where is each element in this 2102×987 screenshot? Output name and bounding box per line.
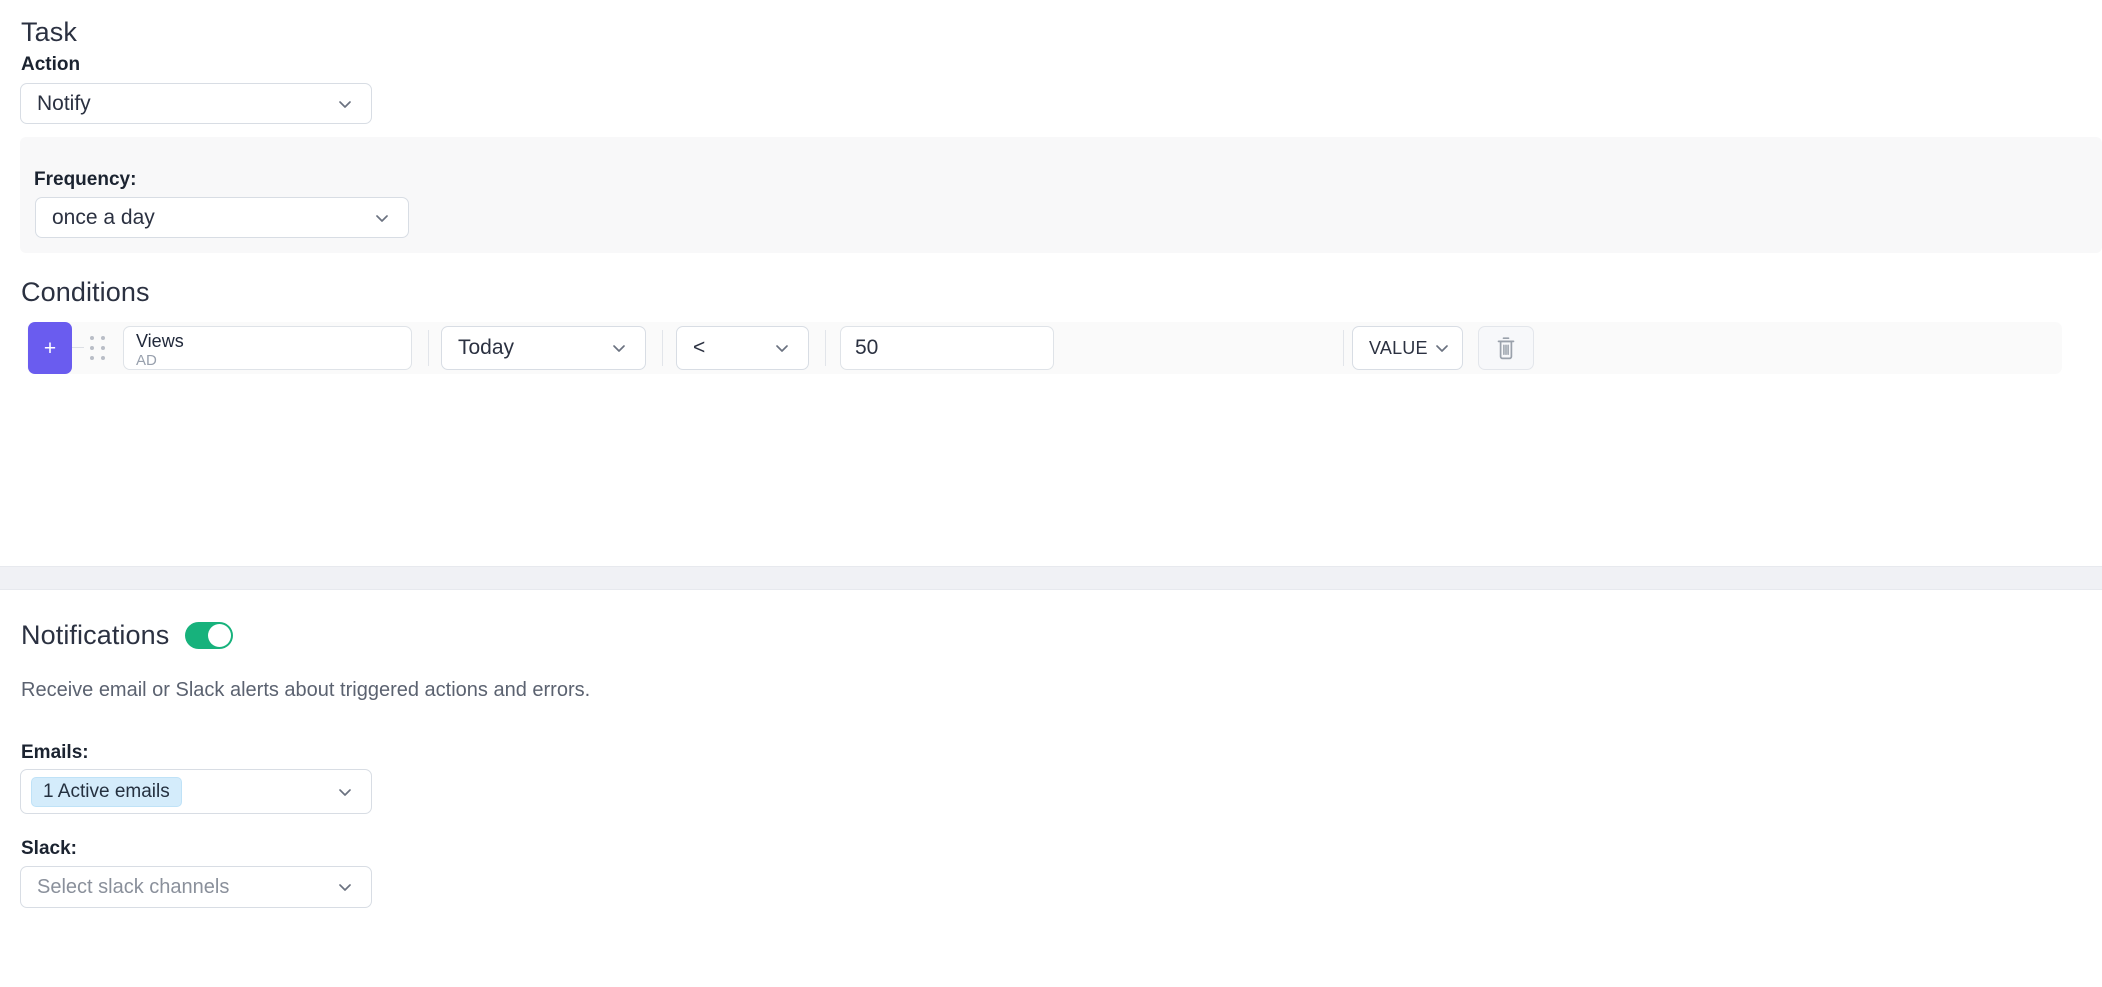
- emails-label: Emails:: [21, 742, 89, 763]
- notifications-description: Receive email or Slack alerts about trig…: [21, 679, 591, 701]
- row-divider: [1343, 330, 1344, 366]
- chevron-down-icon: [335, 877, 355, 897]
- chevron-down-icon: [335, 782, 355, 802]
- action-label: Action: [21, 54, 81, 75]
- action-select-value: Notify: [37, 91, 91, 115]
- drag-dot: [101, 345, 105, 350]
- frequency-panel: Frequency: once a day: [20, 137, 2102, 253]
- plus-icon: +: [43, 336, 57, 360]
- slack-channels-placeholder: Select slack channels: [37, 875, 230, 898]
- operator-select[interactable]: <: [676, 326, 809, 370]
- value-type-value: VALUE: [1369, 337, 1428, 358]
- condition-connector: [70, 347, 84, 348]
- task-section-title: Task: [21, 17, 77, 47]
- value-type-select[interactable]: VALUE: [1352, 326, 1463, 370]
- drag-handle-icon[interactable]: [88, 332, 108, 364]
- chevron-down-icon: [609, 338, 629, 358]
- metric-name: Views: [136, 331, 184, 351]
- notifications-header: Notifications: [21, 620, 234, 650]
- task-editor-page: Task Action Notify Frequency: once a day…: [0, 0, 2102, 987]
- add-condition-button[interactable]: +: [28, 322, 72, 374]
- action-select[interactable]: Notify: [20, 83, 372, 124]
- frequency-select-value: once a day: [52, 205, 155, 229]
- date-range-select[interactable]: Today: [441, 326, 646, 370]
- drag-dot: [90, 355, 94, 360]
- slack-label: Slack:: [21, 838, 77, 859]
- drag-dot: [90, 345, 94, 350]
- conditions-section-title: Conditions: [21, 277, 150, 307]
- operator-value: <: [693, 336, 706, 359]
- chevron-down-icon: [372, 208, 392, 228]
- row-divider: [825, 330, 826, 366]
- active-emails-chip[interactable]: 1 Active emails: [31, 776, 182, 807]
- date-range-value: Today: [458, 336, 515, 359]
- chevron-down-icon: [335, 94, 355, 114]
- delete-condition-button[interactable]: [1478, 326, 1534, 370]
- chevron-down-icon: [1432, 338, 1452, 358]
- metric-field[interactable]: Views AD: [123, 326, 412, 370]
- chevron-down-icon: [772, 338, 792, 358]
- metric-source: AD: [136, 352, 157, 369]
- emails-select[interactable]: 1 Active emails: [20, 769, 372, 814]
- notifications-section-title: Notifications: [21, 620, 170, 650]
- threshold-input[interactable]: [840, 326, 1054, 370]
- drag-dot: [101, 355, 105, 360]
- notifications-toggle[interactable]: [185, 622, 234, 649]
- frequency-label: Frequency:: [34, 169, 137, 190]
- drag-dot: [90, 335, 94, 340]
- toggle-knob: [208, 624, 232, 647]
- trash-icon: [1494, 335, 1518, 361]
- section-separator: [0, 566, 2102, 590]
- frequency-select[interactable]: once a day: [35, 197, 409, 238]
- row-divider: [428, 330, 429, 366]
- row-divider: [662, 330, 663, 366]
- slack-channels-select[interactable]: Select slack channels: [20, 866, 372, 908]
- drag-dot: [101, 335, 105, 340]
